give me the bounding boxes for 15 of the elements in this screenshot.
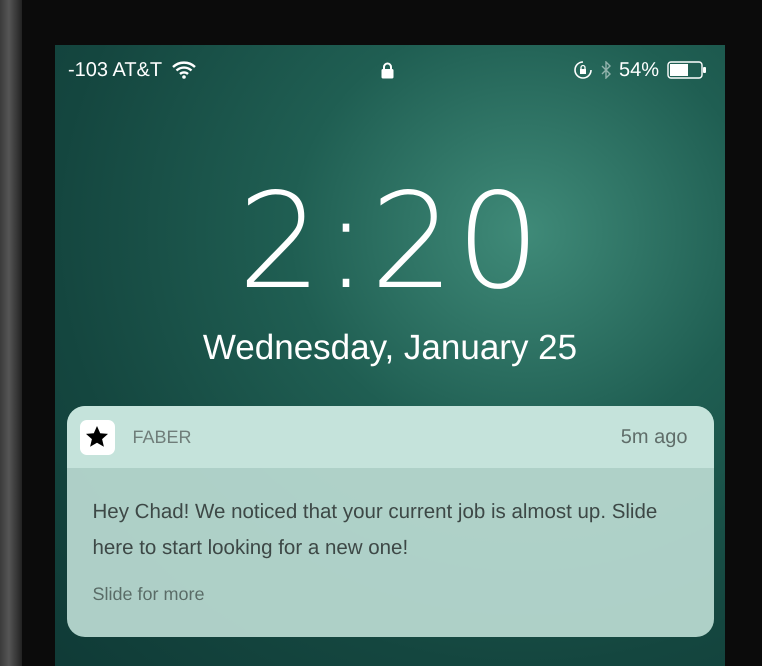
rotation-lock-icon <box>572 60 593 80</box>
app-name: FABER <box>132 426 193 448</box>
notification-time: 5m ago <box>620 426 688 448</box>
notification-card[interactable]: FABER 5m ago Hey Chad! We noticed that your current job is almost up. Slide here to start looking for a new one! Slide for more <box>66 406 714 637</box>
bluetooth-icon <box>600 61 611 79</box>
carrier-label: -103 AT&T <box>68 58 162 82</box>
date-label: Wednesday, January 25 <box>202 328 578 368</box>
slide-hint: Slide for more <box>92 584 206 605</box>
battery-icon <box>667 61 707 79</box>
clock-time: 2:20 <box>238 176 542 308</box>
battery-percentage: 54% <box>618 58 659 82</box>
lock-icon <box>381 62 394 78</box>
wifi-icon <box>172 61 196 79</box>
app-icon <box>80 420 114 454</box>
notification-message: Hey Chad! We noticed that your current job is almost up. Slide here to start looking for a new one! <box>92 499 658 561</box>
